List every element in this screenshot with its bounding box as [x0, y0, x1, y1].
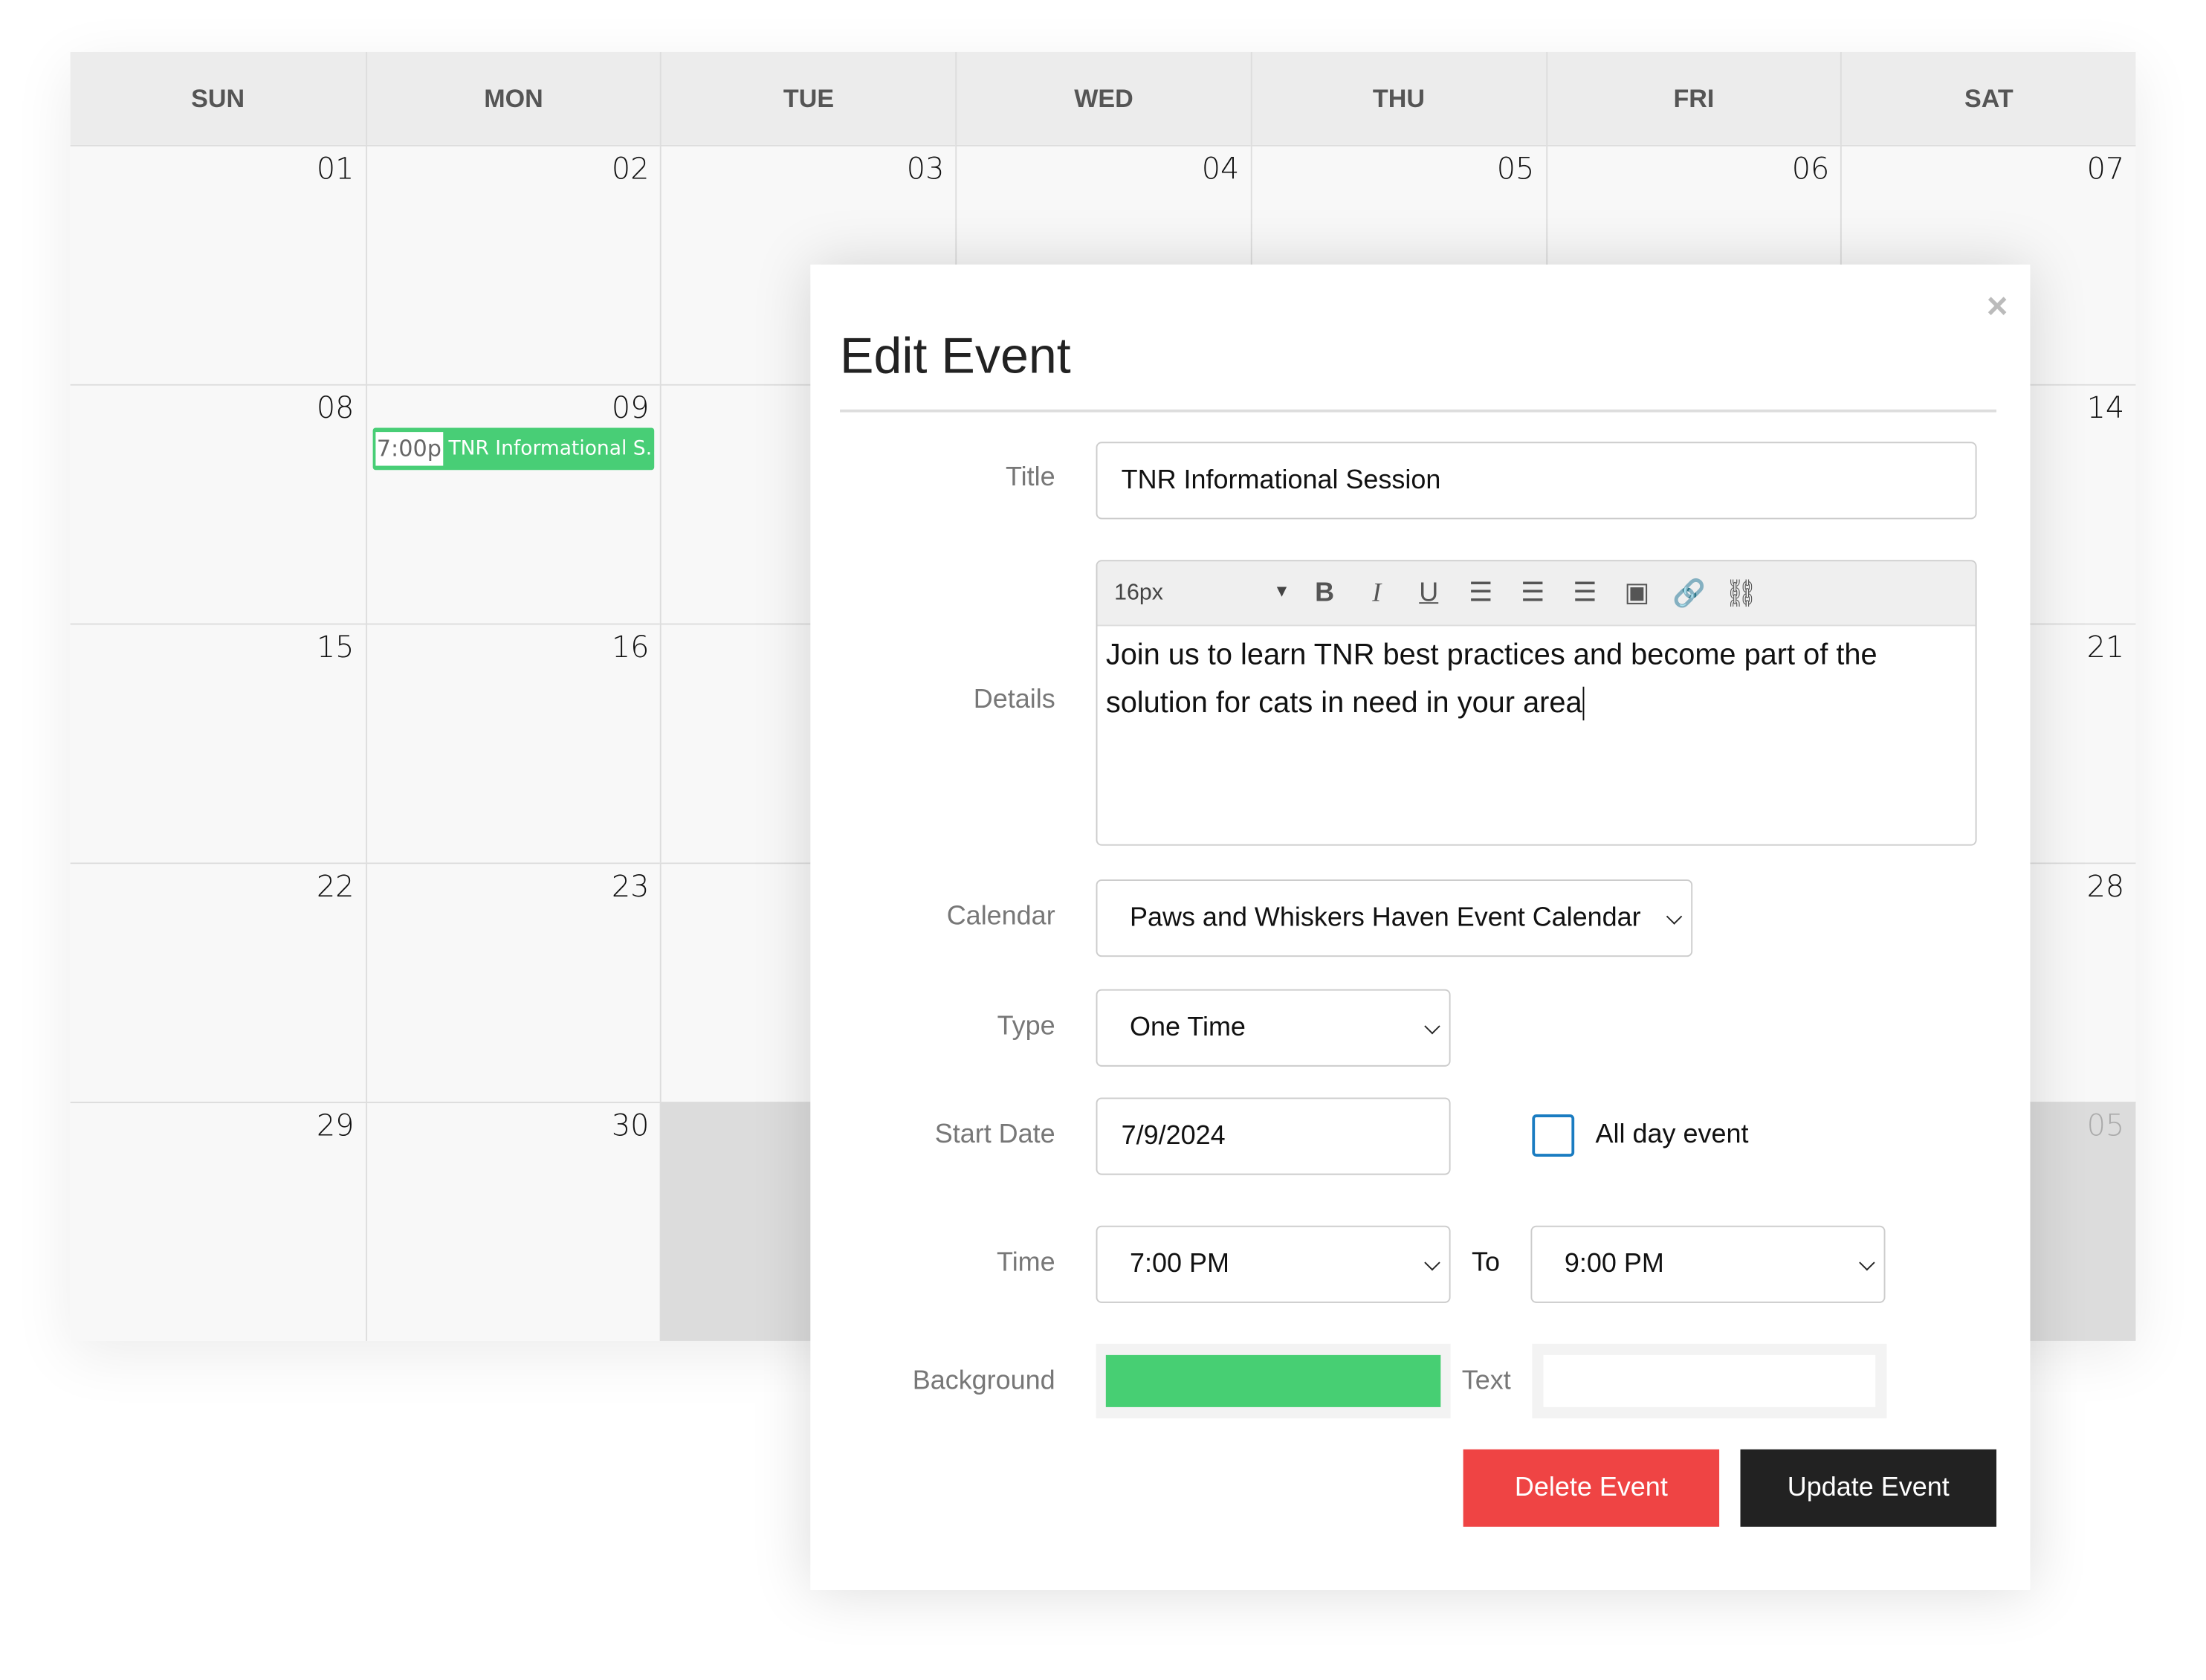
- day-cell[interactable]: 29: [70, 1102, 366, 1341]
- close-icon[interactable]: ×: [1987, 284, 2008, 328]
- calendar-value: Paws and Whiskers Haven Event Calendar: [1129, 902, 1641, 933]
- day-cell[interactable]: 15: [70, 623, 366, 863]
- details-label: Details: [973, 685, 1055, 715]
- title-label: Title: [1006, 462, 1055, 493]
- all-day-checkbox[interactable]: [1532, 1114, 1575, 1157]
- day-cell[interactable]: 09 7:00p TNR Informational S…: [365, 384, 661, 624]
- calendar-label: Calendar: [946, 902, 1055, 932]
- title-input[interactable]: TNR Informational Session: [1096, 442, 1977, 520]
- day-number: 16: [611, 630, 650, 665]
- start-time-select[interactable]: 7:00 PM: [1096, 1225, 1451, 1303]
- background-color-picker[interactable]: [1096, 1343, 1451, 1419]
- day-number: 30: [611, 1108, 650, 1143]
- chevron-down-icon: [1859, 1254, 1875, 1270]
- chevron-down-icon: [1424, 1018, 1440, 1034]
- weekday-fri: FRI: [1545, 52, 1840, 145]
- day-cell[interactable]: 30: [365, 1102, 661, 1341]
- font-size-value: 16px: [1114, 580, 1163, 605]
- align-right-icon[interactable]: ☰: [1559, 577, 1611, 610]
- day-cell[interactable]: 22: [70, 862, 366, 1102]
- text-color-label: Text: [1461, 1366, 1511, 1396]
- day-number: 14: [2086, 391, 2125, 425]
- type-select[interactable]: One Time: [1096, 989, 1451, 1067]
- text-swatch: [1543, 1354, 1876, 1407]
- caret-down-icon: ▼: [1273, 580, 1290, 601]
- details-text[interactable]: Join us to learn TNR best practices and …: [1097, 626, 1975, 733]
- edit-event-modal: × Edit Event Title TNR Informational Ses…: [810, 264, 2031, 1590]
- update-event-button[interactable]: Update Event: [1740, 1449, 1997, 1527]
- day-number: 22: [316, 869, 355, 904]
- start-time-value: 7:00 PM: [1129, 1248, 1229, 1279]
- day-number: 28: [2086, 869, 2125, 904]
- divider: [840, 409, 1997, 413]
- bold-icon[interactable]: B: [1298, 578, 1351, 609]
- end-time-value: 9:00 PM: [1564, 1248, 1664, 1279]
- type-label: Type: [997, 1011, 1055, 1041]
- day-number: 15: [316, 630, 355, 665]
- time-label: Time: [997, 1248, 1055, 1278]
- day-cell[interactable]: 01: [70, 144, 366, 384]
- day-number: 08: [316, 391, 355, 425]
- weekday-thu: THU: [1250, 52, 1545, 145]
- day-number: 29: [316, 1108, 355, 1143]
- background-swatch: [1105, 1354, 1441, 1407]
- weekday-wed: WED: [955, 52, 1251, 145]
- start-date-input[interactable]: 7/9/2024: [1096, 1097, 1451, 1175]
- event-title: TNR Informational S…: [448, 437, 655, 460]
- delete-event-button[interactable]: Delete Event: [1463, 1449, 1720, 1527]
- background-label: Background: [912, 1366, 1055, 1396]
- day-number: 09: [611, 391, 650, 425]
- day-number: 21: [2086, 630, 2125, 665]
- start-date-label: Start Date: [934, 1120, 1055, 1150]
- text-color-picker[interactable]: [1532, 1343, 1887, 1419]
- image-icon[interactable]: ▣: [1611, 577, 1663, 610]
- day-number: 07: [2086, 152, 2125, 186]
- day-cell[interactable]: 02: [365, 144, 661, 384]
- font-size-select[interactable]: 16px ▼: [1114, 581, 1298, 606]
- italic-icon[interactable]: I: [1351, 578, 1403, 609]
- details-editor[interactable]: 16px ▼ B I U ☰ ☰ ☰ ▣ 🔗 ⛓ Join us to lear…: [1096, 560, 1977, 846]
- end-time-select[interactable]: 9:00 PM: [1530, 1225, 1886, 1303]
- type-value: One Time: [1129, 1012, 1246, 1042]
- day-number: 05: [2086, 1108, 2125, 1143]
- day-cell[interactable]: 16: [365, 623, 661, 863]
- to-label: To: [1471, 1248, 1500, 1278]
- day-number: 01: [316, 152, 355, 186]
- day-number: 03: [906, 152, 945, 186]
- day-number: 04: [1201, 152, 1240, 186]
- editor-toolbar: 16px ▼ B I U ☰ ☰ ☰ ▣ 🔗 ⛓: [1097, 561, 1976, 627]
- day-cell[interactable]: 23: [365, 862, 661, 1102]
- weekday-sat: SAT: [1840, 52, 2135, 145]
- day-number: 06: [1791, 152, 1830, 186]
- chevron-down-icon: [1666, 908, 1683, 924]
- day-number: 23: [611, 869, 650, 904]
- day-cell[interactable]: 08: [70, 384, 366, 624]
- day-number: 05: [1496, 152, 1535, 186]
- all-day-label: All day event: [1595, 1120, 1749, 1150]
- day-number: 02: [611, 152, 650, 186]
- text-caret: [1582, 687, 1585, 722]
- details-value: Join us to learn TNR best practices and …: [1105, 639, 1877, 720]
- event-chip[interactable]: 7:00p TNR Informational S…: [372, 427, 655, 471]
- align-center-icon[interactable]: ☰: [1507, 577, 1559, 610]
- unlink-icon[interactable]: ⛓: [1715, 576, 1767, 610]
- modal-title: Edit Event: [840, 326, 1071, 384]
- calendar-select[interactable]: Paws and Whiskers Haven Event Calendar: [1096, 879, 1693, 957]
- weekday-tue: TUE: [660, 52, 956, 145]
- weekday-sun: SUN: [191, 83, 245, 112]
- link-icon[interactable]: 🔗: [1663, 576, 1715, 610]
- align-left-icon[interactable]: ☰: [1455, 577, 1507, 610]
- weekday-mon: MON: [365, 52, 661, 145]
- chevron-down-icon: [1424, 1254, 1440, 1270]
- weekday-header: SUN MON TUE WED THU FRI SAT: [70, 52, 2136, 145]
- event-time: 7:00p: [375, 432, 443, 466]
- underline-icon[interactable]: U: [1403, 578, 1455, 609]
